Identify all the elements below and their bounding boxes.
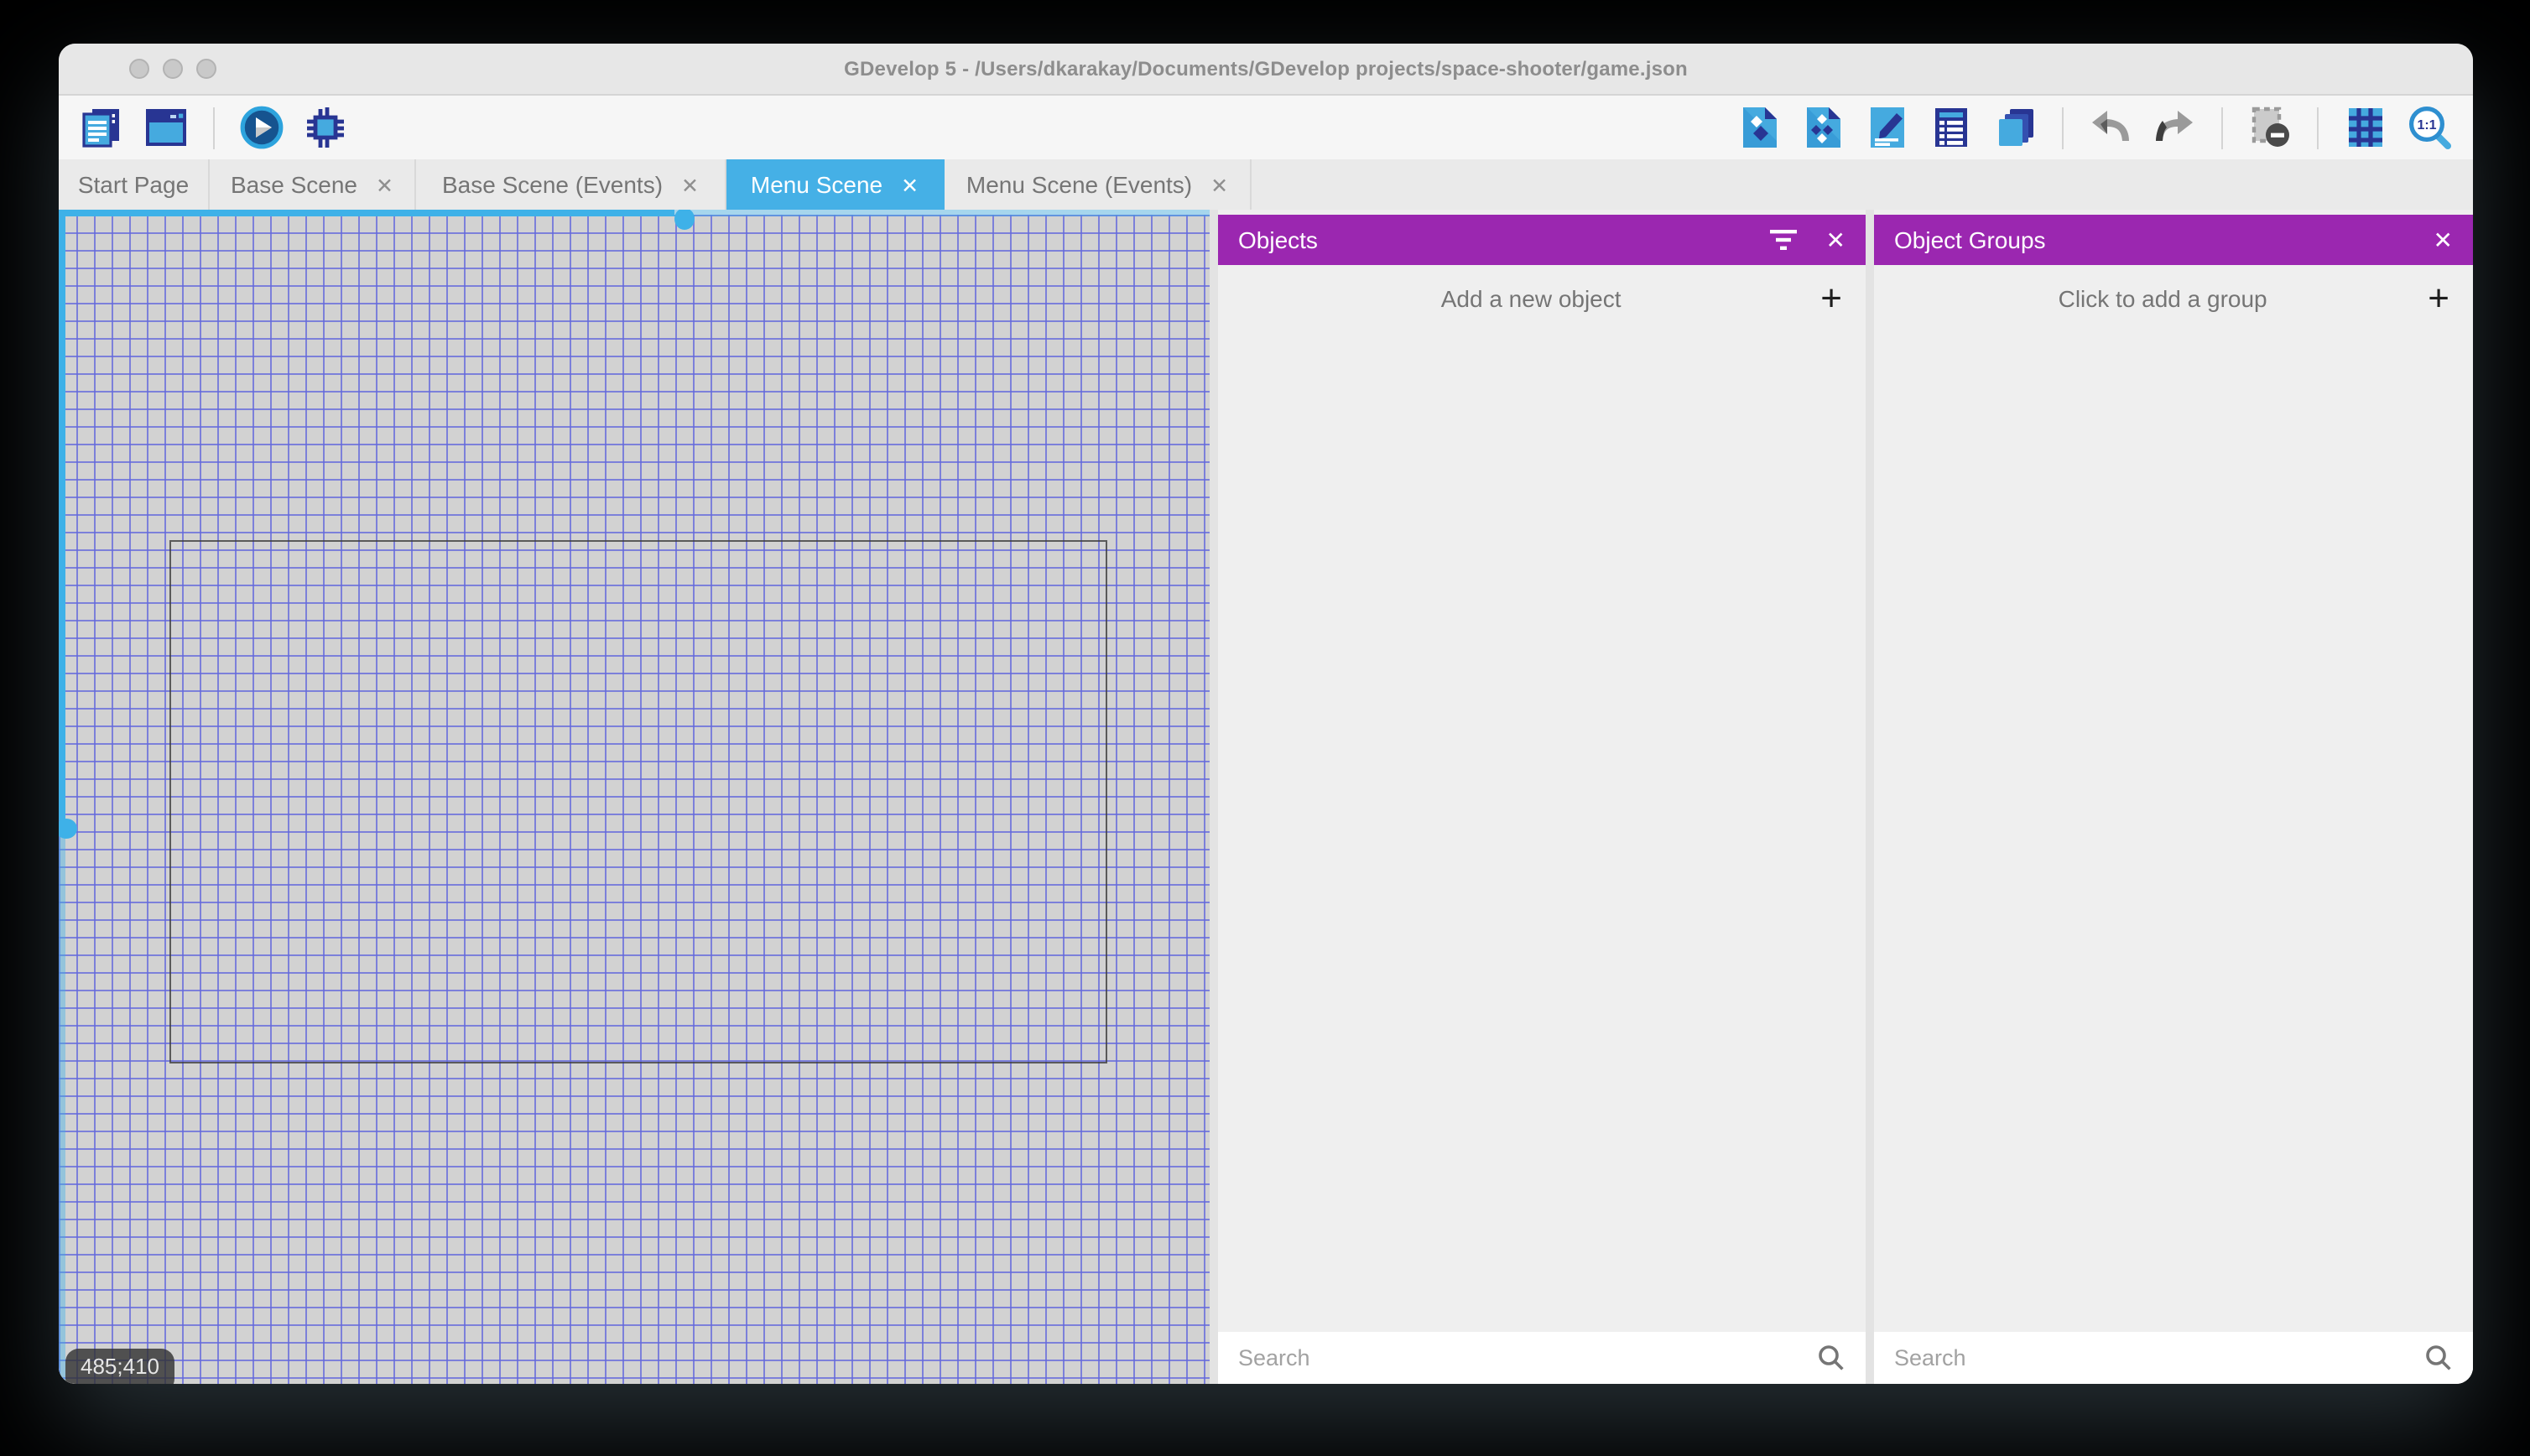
add-object-label: Add a new object (1440, 284, 1622, 311)
cursor-coordinates-badge: 485;410 (65, 1349, 174, 1384)
objects-search-input[interactable] (1238, 1345, 1804, 1370)
tab-close-icon[interactable]: ✕ (901, 172, 919, 197)
close-icon[interactable]: ✕ (2434, 226, 2453, 254)
toolbar-separator (213, 107, 215, 148)
close-icon[interactable]: ✕ (1826, 226, 1845, 254)
tab-close-icon[interactable]: ✕ (376, 172, 393, 197)
panel-resize-gutter[interactable] (1210, 210, 1218, 1384)
close-window-button[interactable] (129, 59, 149, 79)
zoom-window-button[interactable] (196, 59, 216, 79)
properties-icon[interactable] (1864, 104, 1911, 151)
toolbar-separator (2317, 107, 2319, 148)
tab-label: Base Scene (231, 171, 357, 198)
vertical-scrollbar[interactable] (59, 210, 65, 820)
horizontal-scrollbar[interactable] (59, 210, 674, 216)
panel-resize-gutter[interactable] (1866, 210, 1874, 1384)
objects-panel-title: Objects (1238, 226, 1318, 253)
minimize-window-button[interactable] (163, 59, 183, 79)
groups-search-input[interactable] (1894, 1345, 2411, 1370)
scene-canvas[interactable]: 485;410 (59, 210, 1210, 1384)
search-icon (2424, 1344, 2453, 1372)
toolbar-separator (2221, 107, 2223, 148)
objects-editor-icon[interactable] (1736, 104, 1783, 151)
traffic-lights (129, 44, 216, 94)
app-window: GDevelop 5 - /Users/dkarakay/Documents/G… (59, 44, 2473, 1384)
tab-bar: Start Page Base Scene ✕ Base Scene (Even… (59, 159, 2473, 210)
tab-label: Menu Scene (750, 171, 883, 198)
search-icon (1817, 1344, 1845, 1372)
layers-icon[interactable] (1991, 104, 2038, 151)
window-mask-icon[interactable] (2246, 104, 2293, 151)
add-group-button[interactable]: + (2428, 278, 2449, 316)
groups-list-empty (1874, 330, 2473, 1332)
tab-label: Base Scene (Events) (442, 171, 664, 198)
add-object-row[interactable]: Add a new object + (1218, 265, 1866, 330)
groups-search-bar (1874, 1332, 2473, 1384)
toolbar-separator (2062, 107, 2064, 148)
object-groups-panel: Object Groups ✕ Click to add a group + (1874, 210, 2473, 1384)
objects-panel-header: Objects ✕ (1218, 215, 1866, 265)
redo-icon[interactable] (2151, 104, 2198, 151)
game-window-frame (169, 540, 1107, 1063)
toolbar: 1:1 (59, 96, 2473, 159)
titlebar: GDevelop 5 - /Users/dkarakay/Documents/G… (59, 44, 2473, 96)
tab-label: Start Page (77, 171, 190, 198)
grid-icon[interactable] (2342, 104, 2389, 151)
objects-search-bar (1218, 1332, 1866, 1384)
undo-icon[interactable] (2087, 104, 2134, 151)
object-groups-editor-icon[interactable] (1800, 104, 1847, 151)
window-title: GDevelop 5 - /Users/dkarakay/Documents/G… (844, 57, 1688, 81)
add-group-label: Click to add a group (2058, 284, 2267, 311)
tab-close-icon[interactable]: ✕ (681, 172, 699, 197)
tab-close-icon[interactable]: ✕ (1210, 172, 1228, 197)
window-icon[interactable] (143, 104, 190, 151)
tab-label: Menu Scene (Events) (966, 171, 1193, 198)
filter-icon[interactable] (1769, 228, 1799, 252)
add-object-button[interactable]: + (1820, 278, 1842, 316)
instances-list-icon[interactable] (1928, 104, 1975, 151)
object-groups-panel-header: Object Groups ✕ (1874, 215, 2473, 265)
tab-menu-scene-events[interactable]: Menu Scene (Events) ✕ (945, 159, 1252, 210)
content-area: 485;410 Objects ✕ Add a new object + Sea… (59, 210, 2473, 1384)
tab-start-page[interactable]: Start Page (59, 159, 210, 210)
horizontal-scrollbar-track[interactable] (674, 210, 1210, 216)
zoom-1-1-icon[interactable]: 1:1 (2406, 104, 2453, 151)
objects-panel: Objects ✕ Add a new object + (1218, 210, 1866, 1384)
screenshot-stage: GDevelop 5 - /Users/dkarakay/Documents/G… (0, 0, 2530, 1456)
tab-base-scene-events[interactable]: Base Scene (Events) ✕ (416, 159, 726, 210)
add-group-row[interactable]: Click to add a group + (1874, 265, 2473, 330)
vertical-scrollbar-track[interactable] (59, 820, 65, 1384)
play-icon[interactable] (238, 104, 285, 151)
object-groups-panel-title: Object Groups (1894, 226, 2046, 253)
tab-base-scene[interactable]: Base Scene ✕ (210, 159, 416, 210)
debug-icon[interactable] (302, 104, 349, 151)
tab-menu-scene[interactable]: Menu Scene ✕ (726, 159, 945, 210)
objects-list-empty (1218, 330, 1866, 1332)
project-manager-icon[interactable] (79, 104, 126, 151)
svg-text:1:1: 1:1 (2417, 118, 2436, 133)
